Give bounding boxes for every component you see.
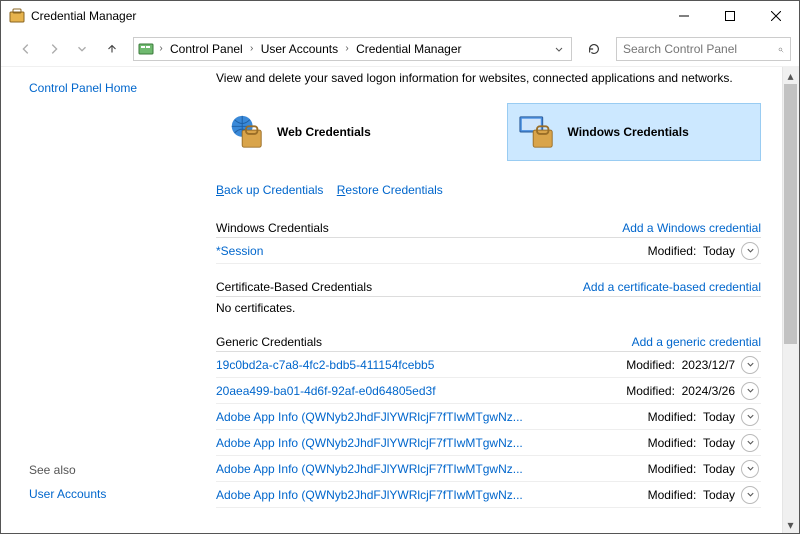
section-windows-credentials: Windows Credentials Add a Windows creden… [216, 221, 761, 264]
chevron-right-icon[interactable]: › [247, 43, 257, 54]
expand-button[interactable] [741, 486, 759, 504]
credential-modified: Modified: Today [648, 244, 741, 258]
window-controls [661, 1, 799, 31]
tab-web-credentials[interactable]: Web Credentials [216, 103, 471, 161]
search-input[interactable] [623, 42, 778, 56]
breadcrumb-item[interactable]: Control Panel [168, 42, 245, 56]
section-header: Windows Credentials Add a Windows creden… [216, 221, 761, 238]
credential-name[interactable]: 19c0bd2a-c7a8-4fc2-bdb5-411154fcebb5 [216, 358, 434, 372]
credential-row[interactable]: Adobe App Info (QWNyb2JhdFJlYWRlcjF7fTIw… [216, 482, 761, 508]
expand-button[interactable] [741, 434, 759, 452]
backup-links: Back up Credentials Restore Credentials [216, 183, 761, 197]
section-title: Certificate-Based Credentials [216, 280, 372, 294]
tab-windows-credentials[interactable]: Windows Credentials [507, 103, 762, 161]
see-also-header: See also [29, 463, 186, 477]
window-title: Credential Manager [31, 9, 136, 23]
section-generic-credentials: Generic Credentials Add a generic creden… [216, 335, 761, 508]
expand-button[interactable] [741, 382, 759, 400]
credential-manager-icon [9, 8, 25, 24]
see-also: See also User Accounts [29, 463, 186, 523]
section-empty-text: No certificates. [216, 297, 761, 319]
section-certificate-credentials: Certificate-Based Credentials Add a cert… [216, 280, 761, 319]
monitor-safe-icon [518, 113, 556, 151]
breadcrumb[interactable]: › Control Panel › User Accounts › Creden… [133, 37, 572, 61]
credential-row[interactable]: Adobe App Info (QWNyb2JhdFJlYWRlcjF7fTIw… [216, 430, 761, 456]
sidebar-home-link[interactable]: Control Panel Home [29, 81, 186, 95]
control-panel-icon [138, 41, 154, 57]
sidebar: Control Panel Home See also User Account… [1, 67, 196, 533]
add-generic-credential-link[interactable]: Add a generic credential [632, 335, 761, 349]
tab-label: Windows Credentials [568, 125, 689, 139]
toolbar: › Control Panel › User Accounts › Creden… [1, 31, 799, 67]
expand-button[interactable] [741, 408, 759, 426]
scroll-down-icon[interactable]: ▾ [782, 516, 799, 533]
credential-modified: Modified: 2023/12/7 [626, 358, 741, 372]
scroll-up-icon[interactable]: ▴ [782, 67, 799, 84]
credential-modified: Modified: Today [648, 410, 741, 424]
section-header: Certificate-Based Credentials Add a cert… [216, 280, 761, 297]
credential-name[interactable]: Adobe App Info (QWNyb2JhdFJlYWRlcjF7fTIw… [216, 410, 523, 424]
breadcrumb-item[interactable]: User Accounts [259, 42, 340, 56]
main: ▴ ▾ View and delete your saved logon inf… [196, 67, 799, 533]
backup-credentials-link[interactable]: Back up Credentials [216, 183, 323, 197]
credential-name[interactable]: Adobe App Info (QWNyb2JhdFJlYWRlcjF7fTIw… [216, 488, 523, 502]
minimize-button[interactable] [661, 1, 707, 31]
link-text: ack up Credentials [224, 183, 323, 197]
search-icon[interactable] [778, 42, 784, 56]
credential-modified: Modified: Today [648, 462, 741, 476]
restore-credentials-link[interactable]: Restore Credentials [337, 183, 443, 197]
content: View and delete your saved logon informa… [196, 67, 781, 508]
credential-row[interactable]: Adobe App Info (QWNyb2JhdFJlYWRlcjF7fTIw… [216, 456, 761, 482]
sidebar-user-accounts-link[interactable]: User Accounts [29, 487, 186, 501]
nav-forward-button[interactable] [43, 38, 65, 60]
credential-name[interactable]: 20aea499-ba01-4d6f-92af-e0d64805ed3f [216, 384, 436, 398]
page-subtitle: View and delete your saved logon informa… [216, 71, 761, 85]
titlebar: Credential Manager [1, 1, 799, 31]
nav-recent-button[interactable] [71, 38, 93, 60]
nav-up-button[interactable] [101, 38, 123, 60]
window: Credential Manager › Control Panel › Use… [0, 0, 800, 534]
add-windows-credential-link[interactable]: Add a Windows credential [622, 221, 761, 235]
credential-row[interactable]: Adobe App Info (QWNyb2JhdFJlYWRlcjF7fTIw… [216, 404, 761, 430]
credential-row[interactable]: 20aea499-ba01-4d6f-92af-e0d64805ed3f Modi… [216, 378, 761, 404]
chevron-right-icon[interactable]: › [342, 43, 352, 54]
credential-modified: Modified: 2024/3/26 [626, 384, 741, 398]
expand-button[interactable] [741, 460, 759, 478]
credential-row[interactable]: 19c0bd2a-c7a8-4fc2-bdb5-411154fcebb5 Modi… [216, 352, 761, 378]
breadcrumb-item[interactable]: Credential Manager [354, 42, 463, 56]
chevron-right-icon[interactable]: › [156, 43, 166, 54]
credential-row[interactable]: *Session Modified: Today [216, 238, 761, 264]
tab-label: Web Credentials [277, 125, 371, 139]
section-title: Windows Credentials [216, 221, 329, 235]
search-box[interactable] [616, 37, 791, 61]
section-header: Generic Credentials Add a generic creden… [216, 335, 761, 352]
add-certificate-credential-link[interactable]: Add a certificate-based credential [583, 280, 761, 294]
scrollbar-thumb[interactable] [784, 84, 797, 344]
expand-button[interactable] [741, 242, 759, 260]
maximize-button[interactable] [707, 1, 753, 31]
expand-button[interactable] [741, 356, 759, 374]
globe-safe-icon [227, 113, 265, 151]
nav-back-button[interactable] [15, 38, 37, 60]
section-title: Generic Credentials [216, 335, 322, 349]
credential-name[interactable]: Adobe App Info (QWNyb2JhdFJlYWRlcjF7fTIw… [216, 462, 523, 476]
credential-name[interactable]: *Session [216, 244, 263, 258]
breadcrumb-dropdown-button[interactable] [551, 44, 567, 54]
link-text: estore Credentials [345, 183, 442, 197]
credential-name[interactable]: Adobe App Info (QWNyb2JhdFJlYWRlcjF7fTIw… [216, 436, 523, 450]
refresh-button[interactable] [582, 37, 606, 61]
credential-type-tabs: Web Credentials Windows Credentials [216, 103, 761, 161]
body: Control Panel Home See also User Account… [1, 67, 799, 533]
credential-modified: Modified: Today [648, 488, 741, 502]
close-button[interactable] [753, 1, 799, 31]
credential-modified: Modified: Today [648, 436, 741, 450]
scrollbar[interactable]: ▴ ▾ [782, 67, 799, 533]
